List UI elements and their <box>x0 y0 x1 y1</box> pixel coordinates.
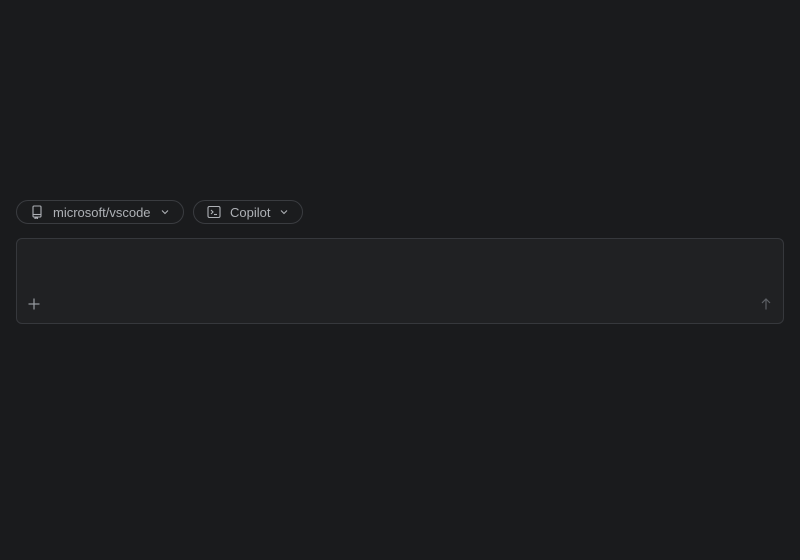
selector-row: microsoft/vscode Copilot <box>16 200 303 224</box>
agent-selector[interactable]: Copilot <box>193 200 303 224</box>
chevron-down-icon <box>160 207 170 217</box>
repo-selector[interactable]: microsoft/vscode <box>16 200 184 224</box>
plus-icon <box>27 297 41 316</box>
chat-composer <box>16 238 784 324</box>
prompt-input[interactable] <box>29 249 773 293</box>
add-context-button[interactable] <box>26 298 42 314</box>
agent-selector-label: Copilot <box>230 204 271 220</box>
repo-icon <box>30 205 44 219</box>
terminal-icon <box>207 205 221 219</box>
arrow-up-icon <box>760 297 772 316</box>
repo-selector-label: microsoft/vscode <box>53 204 151 220</box>
send-button[interactable] <box>759 297 773 316</box>
chevron-down-icon <box>279 207 289 217</box>
page: microsoft/vscode Copilot <box>0 0 800 560</box>
